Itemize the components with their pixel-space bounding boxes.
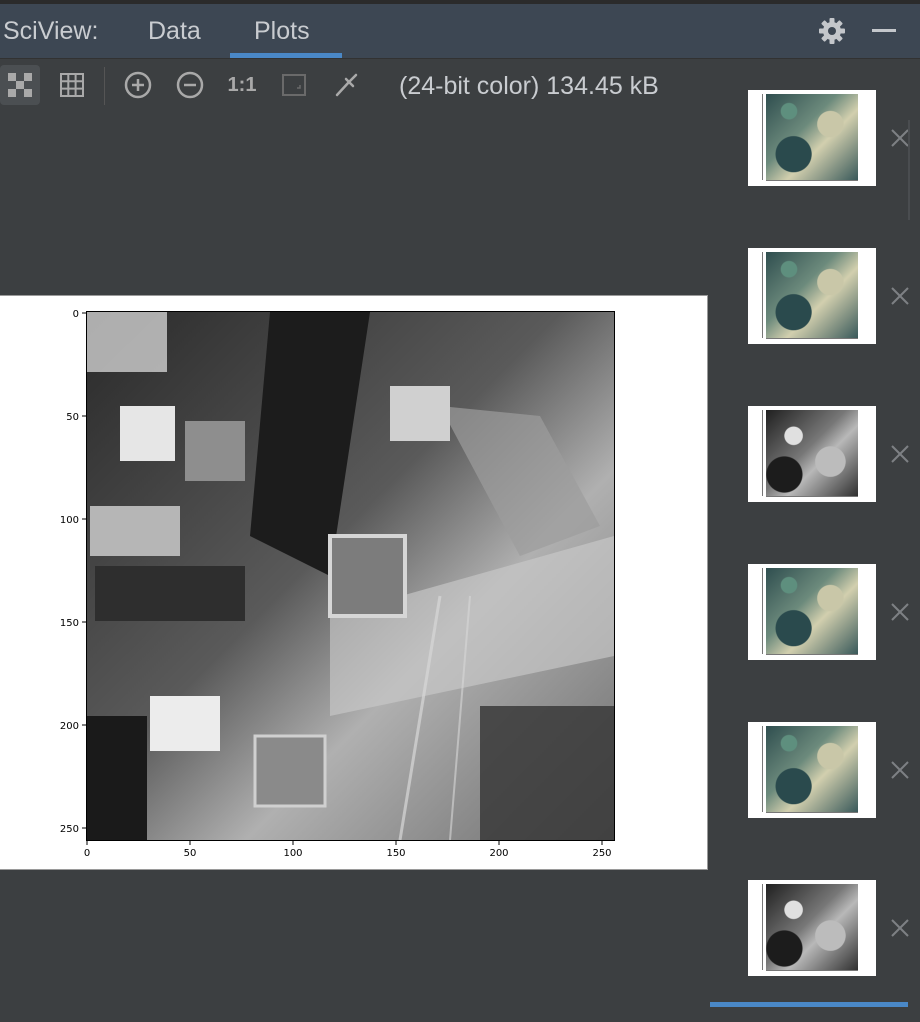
close-icon[interactable] [889, 759, 911, 781]
aerial-image [87, 312, 614, 841]
toolbar-separator [104, 67, 105, 105]
thumbnail-axis [766, 970, 858, 971]
x-tick-label: 100 [283, 848, 302, 859]
x-tick-label: 50 [184, 848, 197, 859]
thumbnail-image [766, 726, 858, 812]
chessboard-icon[interactable] [0, 65, 40, 105]
plot-image: 0 50 100 150 200 250 0 50 100 150 200 25… [0, 295, 708, 870]
close-icon[interactable] [889, 443, 911, 465]
tab-data[interactable]: Data [138, 4, 230, 58]
actual-size-button[interactable]: 1:1 [222, 65, 262, 105]
plot-thumbnail[interactable] [748, 564, 876, 660]
color-picker-icon[interactable] [326, 65, 366, 105]
y-tick-label: 50 [66, 412, 79, 423]
tab-plots-label: Plots [254, 17, 310, 45]
thumbnail-image [766, 410, 858, 496]
thumbnail-image [766, 884, 858, 970]
gear-icon[interactable] [817, 16, 847, 46]
panel-edge [908, 120, 910, 220]
thumbnail-axis [766, 338, 858, 339]
zoom-in-icon[interactable] [118, 65, 158, 105]
tool-window-title: SciView: [3, 17, 99, 45]
minimize-icon[interactable] [869, 16, 899, 46]
thumbnail-axis [766, 496, 858, 497]
close-icon[interactable] [889, 917, 911, 939]
plot-thumbnail[interactable] [748, 90, 876, 186]
tab-data-label: Data [148, 17, 201, 45]
image-toolbar: 1:1 (24-bit color) 134.45 kB [0, 59, 720, 115]
y-tick-label: 0 [73, 309, 79, 320]
plot-thumbnail[interactable] [748, 406, 876, 502]
thumbnail-axis [766, 180, 858, 181]
thumbnail-axis [762, 94, 763, 180]
y-tick-label: 200 [60, 721, 79, 732]
y-tick-label: 150 [60, 618, 79, 629]
plot-thumbnail[interactable] [748, 248, 876, 344]
thumbnail-axis [762, 568, 763, 654]
thumbnail-image [766, 568, 858, 654]
thumbnail-image [766, 94, 858, 180]
thumbnail-axis [762, 884, 763, 970]
thumbnail-axis [766, 654, 858, 655]
fit-to-window-icon[interactable] [274, 65, 314, 105]
plot-thumbnail[interactable] [748, 722, 876, 818]
close-icon[interactable] [889, 285, 911, 307]
x-tick-label: 150 [386, 848, 405, 859]
thumbnail-axis [762, 726, 763, 812]
tool-window-header: SciView: Data Plots [0, 4, 920, 59]
x-tick-label: 200 [489, 848, 508, 859]
image-info-label: (24-bit color) 134.45 kB [399, 72, 659, 100]
plot-thumbnail[interactable] [748, 880, 876, 976]
x-tick-label: 0 [84, 848, 90, 859]
zoom-out-icon[interactable] [170, 65, 210, 105]
close-icon[interactable] [889, 601, 911, 623]
y-tick-label: 100 [60, 515, 79, 526]
thumbnail-scrollbar[interactable] [710, 1002, 908, 1007]
x-tick-label: 250 [592, 848, 611, 859]
y-tick-label: 250 [60, 824, 79, 835]
thumbnail-image [766, 252, 858, 338]
thumbnail-axis [766, 812, 858, 813]
thumbnail-axis [762, 410, 763, 496]
grid-icon[interactable] [52, 65, 92, 105]
thumbnail-axis [762, 252, 763, 338]
tab-plots[interactable]: Plots [230, 4, 342, 58]
